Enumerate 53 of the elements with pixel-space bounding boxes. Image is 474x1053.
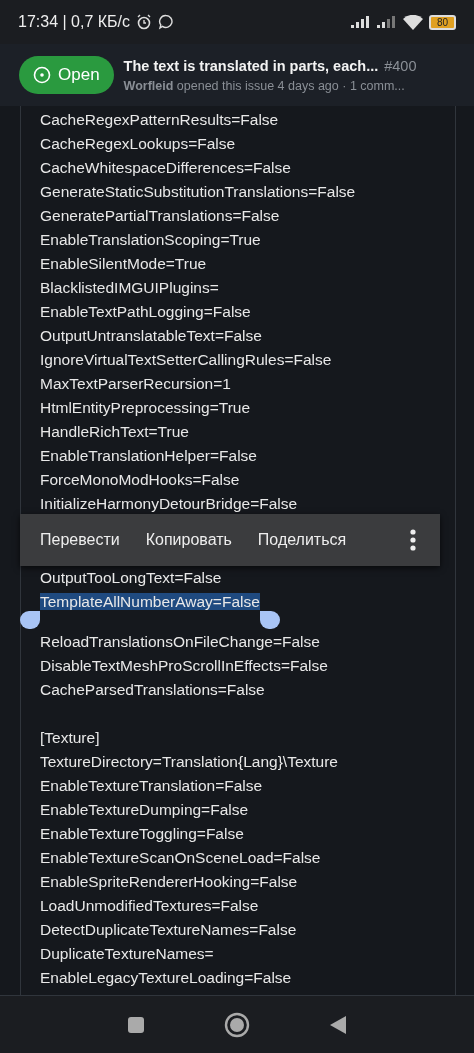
config-line: DetectDuplicateTextureNames=False [40, 921, 297, 938]
config-line: EnableTextureScanOnSceneLoad=False [40, 849, 321, 866]
config-line: CacheWhitespaceDifferences=False [40, 159, 291, 176]
config-line: IgnoreVirtualTextSetterCallingRules=False [40, 351, 332, 368]
config-line: CacheRegexLookups=False [40, 135, 236, 152]
menu-item[interactable]: Копировать [145, 531, 232, 549]
signal-icon [376, 16, 397, 28]
config-line: HandleRichText=True [40, 423, 189, 440]
config-line: EnableTranslationHelper=False [40, 447, 257, 464]
config-line: ReloadTranslationsOnFileChange=False [40, 633, 320, 650]
config-line: EnableTextPathLogging=False [40, 303, 251, 320]
config-line: GenerateStaticSubstitutionTranslations=False [40, 183, 356, 200]
chat-icon [158, 14, 175, 30]
back-button[interactable] [328, 1014, 347, 1035]
config-line: EnableLegacyTextureLoading=False [40, 969, 292, 986]
menu-item[interactable]: Поделиться [257, 531, 347, 549]
config-line: TextureDirectory=Translation{Lang}\Texture [40, 753, 338, 770]
recents-button[interactable] [127, 1015, 146, 1034]
open-issue-icon [33, 66, 51, 84]
config-line: EnableTranslationScoping=True [40, 231, 261, 248]
config-line: OutputUntranslatableText=False [40, 327, 262, 344]
config-line: InitializeHarmonyDetourBridge=False [40, 495, 298, 512]
config-line: LoadUnmodifiedTextures=False [40, 897, 259, 914]
battery-level: 80 [428, 14, 456, 30]
config-line: EnableTextureTranslation=False [40, 777, 263, 794]
config-line: BlacklistedIMGUIPlugins= [40, 279, 219, 296]
more-icon[interactable] [410, 529, 416, 551]
issue-title: The text is translated in parts, each... [123, 57, 379, 74]
home-button[interactable] [224, 1011, 250, 1038]
config-line: MaxTextParserRecursion=1 [40, 375, 231, 392]
config-line: DisableTextMeshProScrollInEffects=False [40, 657, 328, 674]
config-line: EnableSilentMode=True [40, 255, 207, 272]
config-line: EnableSpriteRendererHooking=False [40, 873, 298, 890]
config-line: HtmlEntityPreprocessing=True [40, 399, 251, 416]
signal-icon [350, 16, 371, 28]
config-line: OutputTooLongText=False [40, 569, 222, 586]
config-line: ForceMonoModHooks=False [40, 471, 240, 488]
config-line: GeneratePartialTranslations=False [40, 207, 280, 224]
issue-state: Open [58, 65, 100, 85]
issue-meta: Worfleid opened this issue 4 days ago · 1 comm... [123, 78, 406, 93]
status-time: 17:34 | 0,7 КБ/с [18, 13, 131, 31]
selection-handle[interactable] [259, 611, 280, 629]
config-line: DuplicateTextureNames= [40, 945, 214, 962]
alarm-icon [136, 14, 153, 30]
config-line: EnableTextureToggling=False [40, 825, 244, 842]
menu-item[interactable]: Перевести [40, 531, 120, 549]
issue-number: #400 [384, 57, 417, 74]
config-line: CacheParsedTranslations=False [40, 681, 265, 698]
config-line: EnableTextureDumping=False [40, 801, 249, 818]
selection-handle[interactable] [20, 611, 40, 629]
config-line: [Texture] [40, 729, 100, 746]
wifi-icon [402, 14, 423, 30]
config-line: CacheRegexPatternResults=False [40, 111, 279, 128]
